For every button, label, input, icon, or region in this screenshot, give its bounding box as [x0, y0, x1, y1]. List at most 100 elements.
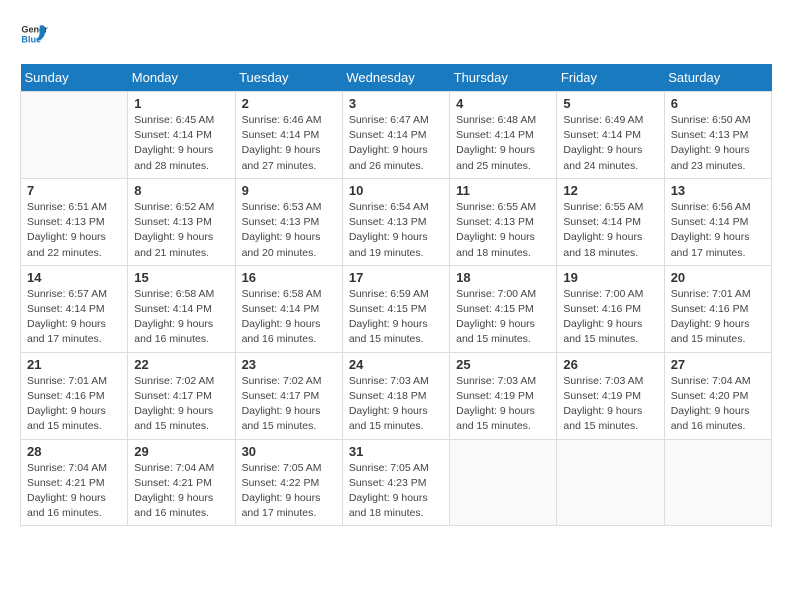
week-row-4: 21 Sunrise: 7:01 AMSunset: 4:16 PMDayligh… — [21, 352, 772, 439]
weekday-header-monday: Monday — [128, 64, 235, 92]
day-info: Sunrise: 7:04 AMSunset: 4:21 PMDaylight:… — [134, 461, 228, 522]
day-number: 9 — [242, 183, 336, 198]
day-info: Sunrise: 6:45 AMSunset: 4:14 PMDaylight:… — [134, 113, 228, 174]
day-cell: 15 Sunrise: 6:58 AMSunset: 4:14 PMDayligh… — [128, 265, 235, 352]
day-info: Sunrise: 7:01 AMSunset: 4:16 PMDaylight:… — [27, 374, 121, 435]
day-cell: 30 Sunrise: 7:05 AMSunset: 4:22 PMDayligh… — [235, 439, 342, 526]
svg-text:Blue: Blue — [21, 34, 41, 44]
day-cell — [21, 92, 128, 179]
day-number: 12 — [563, 183, 657, 198]
weekday-header-wednesday: Wednesday — [342, 64, 449, 92]
day-cell: 31 Sunrise: 7:05 AMSunset: 4:23 PMDayligh… — [342, 439, 449, 526]
day-info: Sunrise: 6:50 AMSunset: 4:13 PMDaylight:… — [671, 113, 765, 174]
weekday-header-friday: Friday — [557, 64, 664, 92]
day-cell — [664, 439, 771, 526]
day-cell: 7Sunrise: 6:51 AMSunset: 4:13 PMDaylight… — [21, 178, 128, 265]
day-number: 18 — [456, 270, 550, 285]
day-number: 5 — [563, 96, 657, 111]
day-cell: 9 Sunrise: 6:53 AMSunset: 4:13 PMDaylight… — [235, 178, 342, 265]
day-number: 2 — [242, 96, 336, 111]
day-info: Sunrise: 6:53 AMSunset: 4:13 PMDaylight:… — [242, 200, 336, 261]
day-number: 14 — [27, 270, 121, 285]
day-number: 28 — [27, 444, 121, 459]
day-number: 1 — [134, 96, 228, 111]
day-cell: 11 Sunrise: 6:55 AMSunset: 4:13 PMDayligh… — [450, 178, 557, 265]
day-info: Sunrise: 6:49 AMSunset: 4:14 PMDaylight:… — [563, 113, 657, 174]
day-cell: 2 Sunrise: 6:46 AMSunset: 4:14 PMDaylight… — [235, 92, 342, 179]
week-row-3: 14 Sunrise: 6:57 AMSunset: 4:14 PMDayligh… — [21, 265, 772, 352]
day-cell: 28Sunrise: 7:04 AMSunset: 4:21 PMDayligh… — [21, 439, 128, 526]
day-cell: 29 Sunrise: 7:04 AMSunset: 4:21 PMDayligh… — [128, 439, 235, 526]
day-number: 29 — [134, 444, 228, 459]
day-cell: 21 Sunrise: 7:01 AMSunset: 4:16 PMDayligh… — [21, 352, 128, 439]
day-info: Sunrise: 6:55 AMSunset: 4:13 PMDaylight:… — [456, 200, 550, 261]
day-info: Sunrise: 6:58 AMSunset: 4:14 PMDaylight:… — [242, 287, 336, 348]
weekday-header-thursday: Thursday — [450, 64, 557, 92]
day-cell: 19Sunrise: 7:00 AMSunset: 4:16 PMDayligh… — [557, 265, 664, 352]
day-info: Sunrise: 6:51 AMSunset: 4:13 PMDaylight:… — [27, 200, 121, 261]
day-cell: 17 Sunrise: 6:59 AMSunset: 4:15 PMDayligh… — [342, 265, 449, 352]
day-cell — [450, 439, 557, 526]
day-cell — [557, 439, 664, 526]
day-info: Sunrise: 7:03 AMSunset: 4:18 PMDaylight:… — [349, 374, 443, 435]
logo: General Blue — [20, 20, 48, 48]
day-cell: 27 Sunrise: 7:04 AMSunset: 4:20 PMDayligh… — [664, 352, 771, 439]
day-info: Sunrise: 6:55 AMSunset: 4:14 PMDaylight:… — [563, 200, 657, 261]
day-cell: 25 Sunrise: 7:03 AMSunset: 4:19 PMDayligh… — [450, 352, 557, 439]
day-info: Sunrise: 7:03 AMSunset: 4:19 PMDaylight:… — [456, 374, 550, 435]
day-number: 17 — [349, 270, 443, 285]
day-number: 16 — [242, 270, 336, 285]
day-info: Sunrise: 7:03 AMSunset: 4:19 PMDaylight:… — [563, 374, 657, 435]
weekday-header-sunday: Sunday — [21, 64, 128, 92]
day-number: 8 — [134, 183, 228, 198]
day-info: Sunrise: 6:52 AMSunset: 4:13 PMDaylight:… — [134, 200, 228, 261]
day-number: 6 — [671, 96, 765, 111]
day-info: Sunrise: 7:00 AMSunset: 4:15 PMDaylight:… — [456, 287, 550, 348]
day-number: 25 — [456, 357, 550, 372]
day-cell: 14 Sunrise: 6:57 AMSunset: 4:14 PMDayligh… — [21, 265, 128, 352]
day-number: 26 — [563, 357, 657, 372]
day-info: Sunrise: 7:00 AMSunset: 4:16 PMDaylight:… — [563, 287, 657, 348]
day-number: 30 — [242, 444, 336, 459]
day-cell: 22 Sunrise: 7:02 AMSunset: 4:17 PMDayligh… — [128, 352, 235, 439]
calendar: SundayMondayTuesdayWednesdayThursdayFrid… — [20, 64, 772, 526]
day-number: 20 — [671, 270, 765, 285]
weekday-header-saturday: Saturday — [664, 64, 771, 92]
day-number: 4 — [456, 96, 550, 111]
day-cell: 13Sunrise: 6:56 AMSunset: 4:14 PMDayligh… — [664, 178, 771, 265]
day-info: Sunrise: 6:48 AMSunset: 4:14 PMDaylight:… — [456, 113, 550, 174]
logo-icon: General Blue — [20, 20, 48, 48]
day-cell: 8 Sunrise: 6:52 AMSunset: 4:13 PMDaylight… — [128, 178, 235, 265]
day-info: Sunrise: 6:58 AMSunset: 4:14 PMDaylight:… — [134, 287, 228, 348]
day-info: Sunrise: 7:05 AMSunset: 4:23 PMDaylight:… — [349, 461, 443, 522]
weekday-header-row: SundayMondayTuesdayWednesdayThursdayFrid… — [21, 64, 772, 92]
day-number: 31 — [349, 444, 443, 459]
day-cell: 20 Sunrise: 7:01 AMSunset: 4:16 PMDayligh… — [664, 265, 771, 352]
week-row-2: 7Sunrise: 6:51 AMSunset: 4:13 PMDaylight… — [21, 178, 772, 265]
day-cell: 16 Sunrise: 6:58 AMSunset: 4:14 PMDayligh… — [235, 265, 342, 352]
day-number: 27 — [671, 357, 765, 372]
day-info: Sunrise: 6:47 AMSunset: 4:14 PMDaylight:… — [349, 113, 443, 174]
day-info: Sunrise: 7:04 AMSunset: 4:20 PMDaylight:… — [671, 374, 765, 435]
day-info: Sunrise: 6:54 AMSunset: 4:13 PMDaylight:… — [349, 200, 443, 261]
day-cell: 18 Sunrise: 7:00 AMSunset: 4:15 PMDayligh… — [450, 265, 557, 352]
day-cell: 4 Sunrise: 6:48 AMSunset: 4:14 PMDaylight… — [450, 92, 557, 179]
day-info: Sunrise: 7:02 AMSunset: 4:17 PMDaylight:… — [134, 374, 228, 435]
day-info: Sunrise: 7:02 AMSunset: 4:17 PMDaylight:… — [242, 374, 336, 435]
day-number: 21 — [27, 357, 121, 372]
day-info: Sunrise: 6:56 AMSunset: 4:14 PMDaylight:… — [671, 200, 765, 261]
day-info: Sunrise: 6:46 AMSunset: 4:14 PMDaylight:… — [242, 113, 336, 174]
day-cell: 5 Sunrise: 6:49 AMSunset: 4:14 PMDaylight… — [557, 92, 664, 179]
day-info: Sunrise: 7:05 AMSunset: 4:22 PMDaylight:… — [242, 461, 336, 522]
day-info: Sunrise: 7:01 AMSunset: 4:16 PMDaylight:… — [671, 287, 765, 348]
day-number: 22 — [134, 357, 228, 372]
day-info: Sunrise: 6:57 AMSunset: 4:14 PMDaylight:… — [27, 287, 121, 348]
day-number: 15 — [134, 270, 228, 285]
day-number: 23 — [242, 357, 336, 372]
day-cell: 10Sunrise: 6:54 AMSunset: 4:13 PMDayligh… — [342, 178, 449, 265]
week-row-5: 28 Sunrise: 7:04 AMSunset: 4:21 PMDayligh… — [21, 439, 772, 526]
day-info: Sunrise: 6:59 AMSunset: 4:15 PMDaylight:… — [349, 287, 443, 348]
day-number: 11 — [456, 183, 550, 198]
day-number: 3 — [349, 96, 443, 111]
day-cell: 12 Sunrise: 6:55 AMSunset: 4:14 PMDayligh… — [557, 178, 664, 265]
